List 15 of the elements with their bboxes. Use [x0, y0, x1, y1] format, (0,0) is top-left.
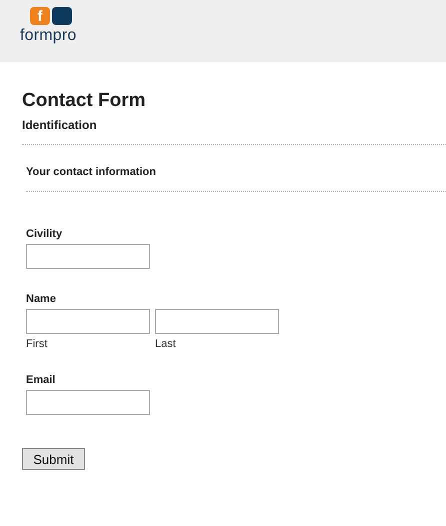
submit-button[interactable]: Submit [22, 448, 85, 470]
field-sublabel: First [26, 338, 48, 350]
field-label: Email [26, 374, 56, 386]
form-title: Contact Form [22, 90, 146, 112]
field-label: Name [26, 293, 57, 305]
logo-text: formpro [20, 27, 77, 45]
input-field[interactable] [26, 244, 150, 269]
input-field[interactable] [26, 309, 150, 334]
input-field[interactable] [155, 309, 279, 334]
form-subtitle: Identification [22, 118, 98, 132]
field-sublabel: Last [155, 338, 177, 350]
input-field[interactable] [26, 390, 150, 415]
logo-letter: f [30, 7, 50, 25]
section-heading: Your contact information [26, 166, 157, 178]
field-label: Civility [26, 228, 64, 240]
